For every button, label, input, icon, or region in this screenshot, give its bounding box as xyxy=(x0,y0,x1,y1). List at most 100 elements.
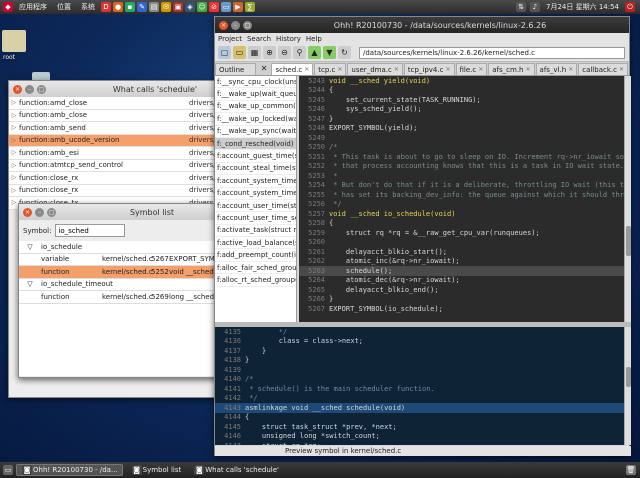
expand-arrow-icon[interactable]: ▷ xyxy=(9,99,19,106)
tab-file-c[interactable]: file.c ✕ xyxy=(455,63,488,75)
expand-arrow-icon[interactable]: ▷ xyxy=(9,112,19,119)
launcher-files-icon[interactable]: ▤ xyxy=(149,2,159,12)
launcher-debian-icon[interactable]: D xyxy=(101,2,111,12)
minimize-icon[interactable]: – xyxy=(231,20,240,30)
clock[interactable]: 7月24日 星期六 14:54 xyxy=(543,2,622,12)
expand-arrow-icon[interactable]: ▷ xyxy=(9,137,19,144)
outline-item[interactable]: f:account_system_time(stru xyxy=(215,175,296,188)
search-icon[interactable]: ⚲ xyxy=(293,46,306,59)
outline-item[interactable]: f:__wake_up(wait_queue_he xyxy=(215,88,296,101)
symbol-input[interactable] xyxy=(55,224,126,237)
close-outline-icon[interactable]: ✕ xyxy=(261,64,268,73)
menu-system[interactable]: 系统 xyxy=(76,2,100,12)
launcher-media-icon[interactable]: ▶ xyxy=(233,2,243,12)
outline-item[interactable]: f:account_steal_time(struc xyxy=(215,163,296,176)
taskbar-item[interactable]: ◙ Symbol list xyxy=(127,464,186,476)
outline-item[interactable]: f:active_load_balance(struc xyxy=(215,237,296,250)
maximize-icon[interactable]: □ xyxy=(243,20,252,30)
outline-item[interactable]: f:_cond_resched(void) xyxy=(215,137,296,151)
outline-item[interactable]: f:account_guest_time(struc xyxy=(215,150,296,163)
launcher-chat-icon[interactable]: ☺ xyxy=(197,2,207,12)
expand-arrow-icon[interactable]: ▷ xyxy=(9,187,19,194)
outline-item[interactable]: f:__wake_up_locked(wait_qu xyxy=(215,113,296,126)
show-desktop-icon[interactable]: ▭ xyxy=(3,465,13,475)
menu-project[interactable]: Project xyxy=(218,35,242,43)
close-icon[interactable]: × xyxy=(13,84,22,94)
close-tab-icon[interactable]: ✕ xyxy=(478,66,483,73)
outline-item[interactable]: f:__sync_cpu_clock(unsigne xyxy=(215,76,296,89)
close-tab-icon[interactable]: ✕ xyxy=(394,66,399,73)
close-tab-icon[interactable]: ✕ xyxy=(337,66,342,73)
expand-arrow-icon[interactable]: ▷ xyxy=(9,162,19,169)
launcher-mail-icon[interactable]: ✉ xyxy=(161,2,171,12)
close-tab-icon[interactable]: ✕ xyxy=(526,66,531,73)
app-menu-icon[interactable]: ◆ xyxy=(3,2,13,12)
expand-arrow-icon[interactable]: ▷ xyxy=(9,174,19,181)
menu-places[interactable]: 位置 xyxy=(52,2,76,12)
menu-applications[interactable]: 应用程序 xyxy=(14,2,52,12)
minimize-icon[interactable]: – xyxy=(25,84,34,94)
network-icon[interactable]: ⇅ xyxy=(516,2,527,12)
close-tab-icon[interactable]: ✕ xyxy=(445,66,450,73)
launcher-editor-icon[interactable]: ✎ xyxy=(137,2,147,12)
trash-icon[interactable]: 🗑 xyxy=(626,465,636,475)
maximize-icon[interactable]: □ xyxy=(37,84,46,94)
close-tab-icon[interactable]: ✕ xyxy=(568,66,573,73)
tab-afs-vl-h[interactable]: afs_vl.h ✕ xyxy=(535,63,578,75)
zoom-in-icon[interactable]: ⊕ xyxy=(263,46,276,59)
down-arrow-icon[interactable]: ▼ xyxy=(323,46,336,59)
outline-item[interactable]: f:account_user_time_scalec xyxy=(215,212,296,225)
outline-item[interactable]: f:activate_task(struct rq *r xyxy=(215,225,296,238)
launcher-code-icon[interactable]: ◈ xyxy=(185,2,195,12)
scrollbar-thumb[interactable] xyxy=(626,226,631,256)
maximize-icon[interactable]: □ xyxy=(47,207,56,217)
tab-sched-c[interactable]: sched.c ✕ xyxy=(271,63,314,75)
close-icon[interactable]: × xyxy=(219,20,228,30)
taskbar-item[interactable]: ◙ Ohh! R20100730 - /da... xyxy=(16,464,123,476)
editor-scrollbar[interactable] xyxy=(624,76,631,322)
path-field[interactable]: /data/sources/kernels/linux-2.6.26/kerne… xyxy=(359,46,625,59)
volume-icon[interactable]: ♪ xyxy=(530,2,541,12)
tab-tcp-c[interactable]: tcp.c ✕ xyxy=(314,63,347,75)
outline-item[interactable]: f:__wake_up_sync(wait_que xyxy=(215,126,296,138)
outline-item[interactable]: f:__wake_up_common(wait xyxy=(215,101,296,114)
outline-item[interactable]: f:alloc_fair_sched_group(st xyxy=(215,262,296,275)
zoom-out-icon[interactable]: ⊖ xyxy=(278,46,291,59)
launcher-monitor-icon[interactable]: ▭ xyxy=(221,2,231,12)
launcher-pdf-icon[interactable]: ▣ xyxy=(173,2,183,12)
close-icon[interactable]: × xyxy=(23,207,32,217)
outline-item[interactable]: f:account_user_time(struct xyxy=(215,200,296,213)
tab-tcp-ipv4-c[interactable]: tcp_ipv4.c ✕ xyxy=(403,63,455,75)
scrollbar-thumb[interactable] xyxy=(626,367,631,387)
power-icon[interactable]: ⏻ xyxy=(625,2,635,12)
collapse-arrow-icon[interactable]: ▽ xyxy=(19,243,41,251)
home-folder-icon[interactable] xyxy=(2,30,26,52)
taskbar-item[interactable]: ◙ What calls 'schedule' xyxy=(189,464,283,476)
tab-afs-cm-h[interactable]: afs_cm.h ✕ xyxy=(488,63,535,75)
navigator-titlebar[interactable]: × – □ Ohh! R20100730 - /data/sources/ker… xyxy=(215,17,629,33)
launcher-terminal-icon[interactable]: ▪ xyxy=(125,2,135,12)
code-editor[interactable]: 5243 void __sched yield(void) 5244 {5245 se… xyxy=(299,76,625,322)
outline-item[interactable]: f:account_system_time_sca xyxy=(215,188,296,200)
launcher-stop-icon[interactable]: ⊘ xyxy=(209,2,219,12)
outline-item[interactable]: f:alloc_rt_sched_group(stru xyxy=(215,274,296,287)
menu-history[interactable]: History xyxy=(276,35,301,43)
up-arrow-icon[interactable]: ▲ xyxy=(308,46,321,59)
close-tab-icon[interactable]: ✕ xyxy=(619,66,624,73)
preview-scrollbar[interactable] xyxy=(624,327,631,445)
launcher-firefox-icon[interactable]: ● xyxy=(113,2,123,12)
tab-callback-c[interactable]: callback.c ✕ xyxy=(578,63,628,75)
outline-tab[interactable]: Outline xyxy=(215,63,256,75)
menu-help[interactable]: Help xyxy=(306,35,322,43)
outline-item[interactable]: f:add_preempt_count(int va xyxy=(215,249,296,262)
minimize-icon[interactable]: – xyxy=(35,207,44,217)
new-icon[interactable]: ▢ xyxy=(218,46,231,59)
expand-arrow-icon[interactable]: ▷ xyxy=(9,149,19,156)
tab-user-dma-c[interactable]: user_dma.c ✕ xyxy=(347,63,403,75)
collapse-arrow-icon[interactable]: ▽ xyxy=(19,280,41,288)
preview-editor[interactable]: 4135 */4136 class = class->next; 4137 } 41… xyxy=(215,327,625,445)
launcher-calc-icon[interactable]: ∑ xyxy=(245,2,255,12)
menu-search[interactable]: Search xyxy=(247,35,271,43)
close-tab-icon[interactable]: ✕ xyxy=(304,66,309,73)
grid-icon[interactable]: ▦ xyxy=(248,46,261,59)
